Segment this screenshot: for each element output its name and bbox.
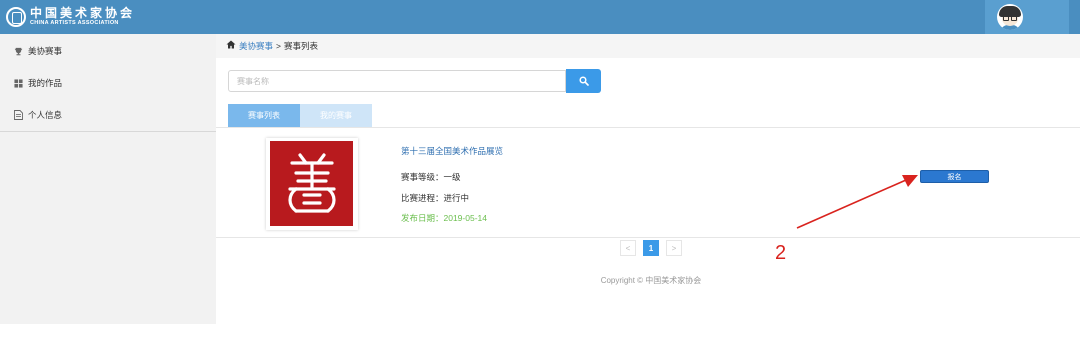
sidebar-item-label: 个人信息 [28,110,63,120]
copyright-text: Copyright © 中国美术家协会 [600,276,702,285]
logo-seal-icon [6,7,26,27]
trophy-icon [13,46,23,56]
logo-chinese-text: 中国美术家协会 [30,6,136,21]
sidebar-item-profile[interactable]: 个人信息 [0,99,216,131]
search-icon [578,76,589,86]
top-header: 中国美术家协会 CHINA ARTISTS ASSOCIATION [0,0,1080,34]
breadcrumb-current: 赛事列表 [283,41,318,51]
home-icon[interactable] [226,40,236,52]
site-logo[interactable]: 中国美术家协会 CHINA ARTISTS ASSOCIATION [6,5,135,29]
competition-title-link[interactable]: 第十三届全国美术作品展览 [401,145,503,157]
breadcrumb: 美协赛事 > 赛事列表 [216,34,1080,58]
document-icon [13,110,23,120]
sidebar-divider [0,131,216,132]
sidebar-item-label: 美协赛事 [28,46,63,56]
pagination-page-1[interactable]: 1 [643,240,659,256]
breadcrumb-separator: > [276,41,281,51]
competition-seal-image [270,141,353,226]
signup-button[interactable]: 报名 [920,170,989,183]
grid-icon [13,78,23,88]
pagination-next-button[interactable]: > [666,240,682,256]
card-divider [216,237,1080,238]
competition-thumbnail[interactable] [266,138,358,230]
sidebar-item-label: 我的作品 [28,78,63,88]
competition-progress: 比赛进程：进行中 [401,193,470,203]
pagination-prev-button[interactable]: < [620,240,636,256]
sidebar-item-competitions[interactable]: 美协赛事 [0,35,216,67]
tab-my-competitions[interactable]: 我的赛事 [300,104,372,127]
tab-competition-list[interactable]: 赛事列表 [228,104,300,127]
user-menu[interactable] [985,0,1069,34]
competition-level: 赛事等级：一级 [401,172,461,182]
annotation-number: 2 [775,242,787,264]
avatar[interactable] [997,4,1023,30]
breadcrumb-link-competitions[interactable]: 美协赛事 [239,40,273,52]
search-button[interactable] [566,69,601,93]
logo-english-text: CHINA ARTISTS ASSOCIATION [30,20,119,27]
sidebar: 美协赛事 我的作品 个人信息 [0,34,216,324]
tab-divider [216,127,1080,128]
competition-publish-date: 发布日期：2019-05-14 [401,213,487,223]
sidebar-item-my-works[interactable]: 我的作品 [0,67,216,99]
search-input[interactable] [228,70,566,92]
